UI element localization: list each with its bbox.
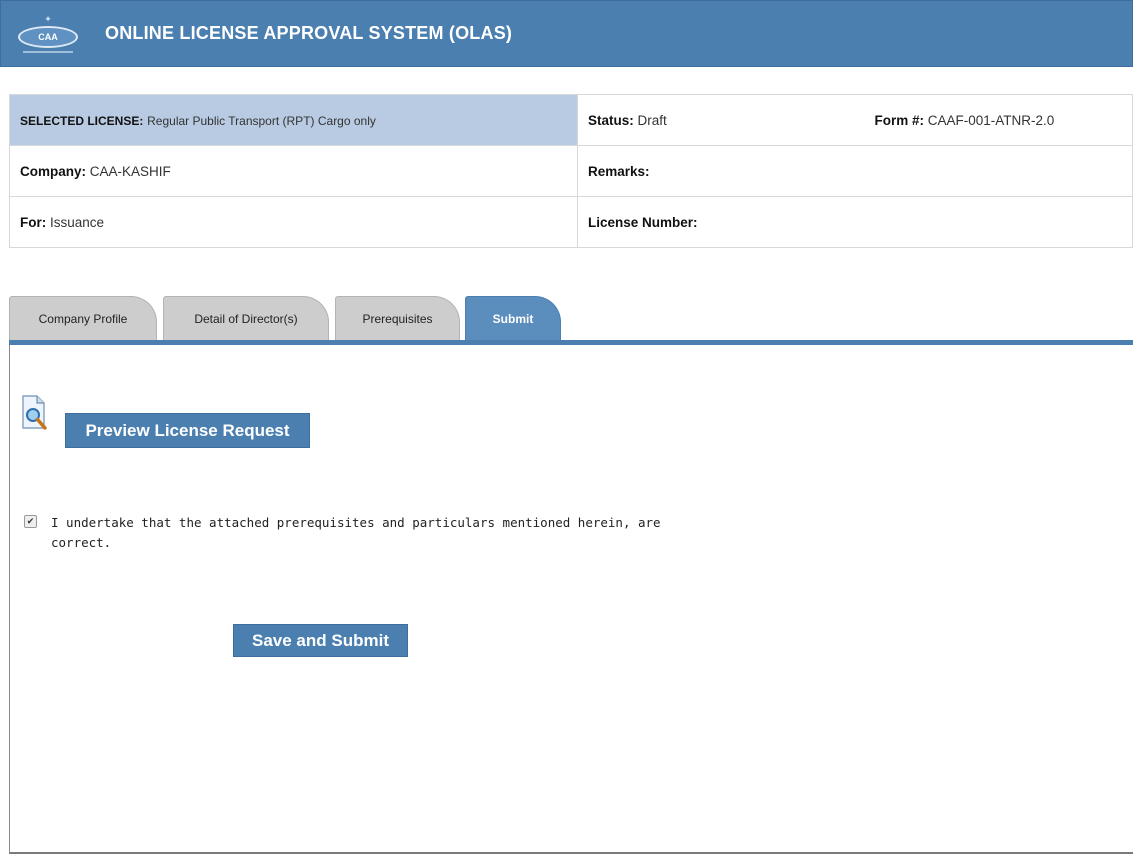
remarks-label: Remarks: (588, 163, 650, 179)
form-number-label: Form #: (874, 112, 925, 128)
tab-label: Company Profile (38, 312, 128, 326)
license-info-row: Company: CAA-KASHIF Remarks: (9, 145, 1133, 197)
tab-prerequisites[interactable]: Prerequisites (335, 296, 460, 341)
document-magnifier-icon[interactable] (20, 394, 48, 432)
tab-detail-of-directors[interactable]: Detail of Director(s) (163, 296, 329, 341)
tab-bar: Company Profile Detail of Director(s) Pr… (9, 294, 1133, 341)
caa-logo-icon: ✦ CAA (13, 9, 83, 59)
remarks-cell: Remarks: (577, 145, 1133, 197)
tab-company-profile[interactable]: Company Profile (9, 296, 157, 341)
license-info-row: For: Issuance License Number: (9, 196, 1133, 248)
form-number-value: CAAF-001-ATNR-2.0 (927, 112, 1055, 128)
app-header: ✦ CAA ONLINE LICENSE APPROVAL SYSTEM (OL… (0, 0, 1133, 67)
status-value: Draft (637, 112, 667, 128)
status-label: Status: (588, 112, 634, 128)
tab-label: Submit (492, 312, 534, 326)
selected-license-label: SELECTED LICENSE: (20, 113, 144, 128)
license-number-cell: License Number: (577, 196, 1133, 248)
tab-label: Detail of Director(s) (194, 312, 298, 326)
selected-license-value: Regular Public Transport (RPT) Cargo onl… (147, 113, 376, 128)
form-number-cell: Form #: CAAF-001-ATNR-2.0 (864, 94, 1133, 146)
checkbox-checked-icon[interactable]: ✔ (24, 515, 37, 528)
preview-license-request-button[interactable]: Preview License Request (65, 413, 310, 448)
for-value: Issuance (50, 214, 105, 230)
undertaking-row: ✔ I undertake that the attached prerequi… (24, 513, 671, 553)
tab-label: Prerequisites (362, 312, 433, 326)
selected-license-cell: SELECTED LICENSE: Regular Public Transpo… (9, 94, 578, 146)
for-cell: For: Issuance (9, 196, 578, 248)
status-cell: Status: Draft (577, 94, 865, 146)
license-info-row: SELECTED LICENSE: Regular Public Transpo… (9, 94, 1133, 146)
company-label: Company: (20, 163, 87, 179)
logo-text: CAA (18, 25, 78, 48)
app-title: ONLINE LICENSE APPROVAL SYSTEM (OLAS) (105, 23, 513, 43)
license-number-label: License Number: (588, 214, 698, 230)
save-and-submit-button[interactable]: Save and Submit (233, 624, 408, 657)
company-value: CAA-KASHIF (89, 163, 171, 179)
undertaking-text: I undertake that the attached prerequisi… (51, 515, 661, 550)
for-label: For: (20, 214, 47, 230)
company-cell: Company: CAA-KASHIF (9, 145, 578, 197)
tab-submit[interactable]: Submit (465, 296, 561, 341)
license-info-table: SELECTED LICENSE: Regular Public Transpo… (9, 94, 1133, 248)
